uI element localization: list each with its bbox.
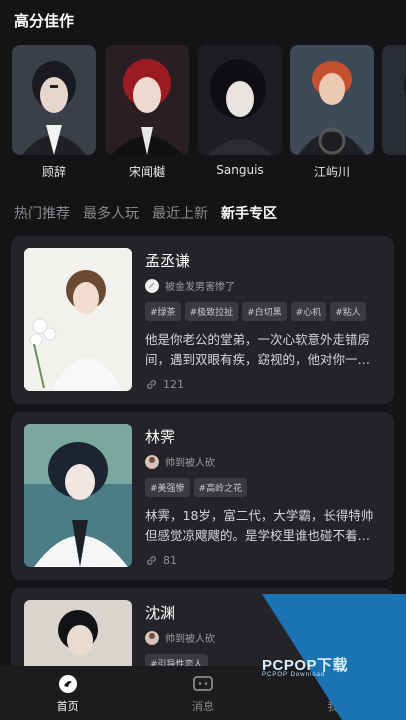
- tag-list: #美强惨 #高岭之花: [145, 478, 381, 497]
- top-work-name: 江屿川: [313, 165, 350, 179]
- character-description: 林霁，18岁，富二代，大学霸，长得特帅但感觉凉飕飕的。是学校里谁也碰不着的高..…: [145, 508, 374, 543]
- top-work-card[interactable]: Sanguis: [198, 45, 282, 177]
- home-icon: [58, 674, 77, 693]
- usage-count: 81: [163, 554, 177, 567]
- character-card[interactable]: 孟丞谦 被金发男害惨了 #绿茶 #极致拉扯 #白切黑 #心机 #粘人 他是你老公…: [11, 236, 394, 404]
- top-work-card[interactable]: 顾辞: [12, 45, 96, 180]
- top-works-carousel[interactable]: 顾辞 宋闻樾 Sanguis 江屿川: [12, 45, 406, 185]
- tab-most-played[interactable]: 最多人玩: [83, 203, 139, 223]
- author-row[interactable]: 被金发男害惨了: [145, 278, 381, 293]
- top-work-name: Sanguis: [216, 163, 264, 177]
- profile-icon: [329, 674, 348, 693]
- top-work-card[interactable]: 江屿川: [290, 45, 374, 180]
- link-icon: [147, 380, 156, 389]
- top-work-card[interactable]: 宋闻樾: [105, 45, 189, 180]
- nav-profile[interactable]: 我的: [271, 666, 406, 720]
- author-row[interactable]: 帅到被人砍: [145, 454, 381, 469]
- author-name: 帅到被人砍: [165, 458, 215, 469]
- top-work-card[interactable]: [382, 45, 406, 155]
- usage-stats: 81: [145, 554, 381, 567]
- nav-messages[interactable]: 消息: [135, 666, 270, 720]
- tag-list: #绿茶 #极致拉扯 #白切黑 #心机 #粘人: [145, 302, 381, 321]
- top-work-portrait: [290, 45, 374, 155]
- top-work-portrait: [105, 45, 189, 155]
- top-work-portrait: [198, 45, 282, 155]
- nav-messages-label: 消息: [191, 699, 214, 713]
- tag[interactable]: #美强惨: [145, 478, 190, 497]
- message-icon: [193, 675, 213, 691]
- link-icon: [147, 556, 156, 565]
- top-work-name: 宋闻樾: [128, 165, 165, 179]
- category-tabs: 热门推荐 最多人玩 最近上新 新手专区: [14, 203, 277, 223]
- tab-hot[interactable]: 热门推荐: [14, 203, 70, 223]
- tag[interactable]: #极致拉扯: [184, 302, 239, 321]
- usage-count: 121: [163, 378, 184, 391]
- character-description: 他是你老公的堂弟，一次心软意外走错房间，遇到双眼有疾，窈视的，他对你一见...: [145, 332, 371, 367]
- section-title: 高分佳作: [14, 12, 75, 30]
- character-name: 林霁: [145, 428, 176, 446]
- top-work-name: 顾辞: [41, 165, 66, 179]
- character-portrait: [24, 248, 132, 391]
- top-work-portrait: [382, 45, 406, 155]
- nav-home-label: 首页: [56, 699, 79, 713]
- author-avatar: [145, 630, 159, 645]
- character-portrait: [24, 424, 132, 567]
- character-name: 孟丞谦: [145, 252, 191, 270]
- tag[interactable]: #粘人: [330, 302, 366, 321]
- tag[interactable]: #高岭之花: [193, 478, 248, 497]
- tag[interactable]: #绿茶: [145, 302, 181, 321]
- tag[interactable]: #心机: [290, 302, 327, 321]
- author-name: 帅到被人砍: [165, 634, 215, 645]
- author-avatar: [145, 454, 159, 469]
- author-avatar: [145, 278, 159, 293]
- character-name: 沈渊: [145, 604, 176, 622]
- character-card[interactable]: 林霁 帅到被人砍 #美强惨 #高岭之花 林霁，18岁，富二代，大学霸，长得特帅但…: [11, 412, 394, 580]
- tab-newest[interactable]: 最近上新: [152, 203, 208, 223]
- nav-home[interactable]: 首页: [0, 666, 135, 720]
- author-row[interactable]: 帅到被人砍: [145, 630, 381, 645]
- usage-stats: 121: [145, 378, 381, 391]
- tab-beginner[interactable]: 新手专区: [221, 203, 277, 223]
- tag[interactable]: #白切黑: [242, 302, 287, 321]
- bottom-nav: 首页 消息 我的: [0, 666, 406, 720]
- top-work-portrait: [12, 45, 96, 155]
- author-name: 被金发男害惨了: [165, 282, 235, 293]
- nav-profile-label: 我的: [327, 699, 350, 713]
